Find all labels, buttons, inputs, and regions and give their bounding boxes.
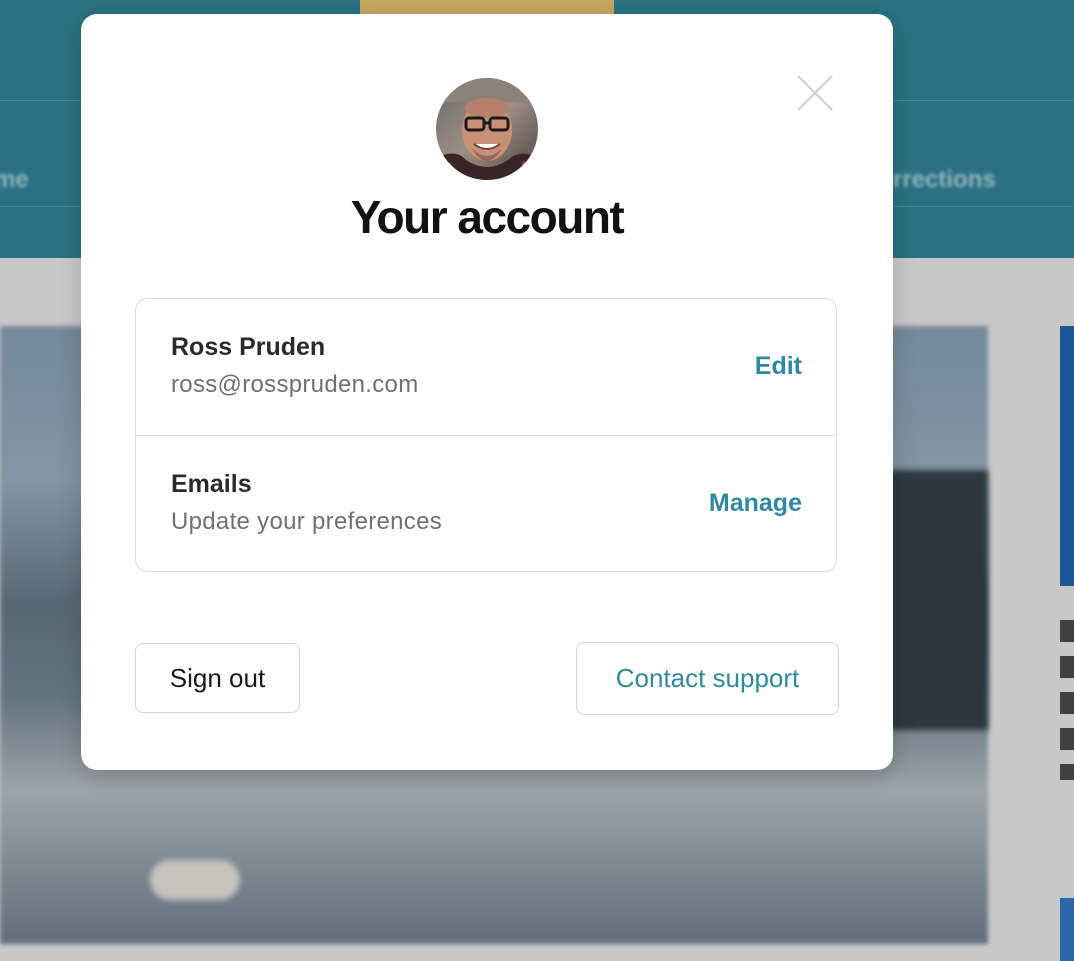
profile-email: ross@rosspruden.com [171, 371, 419, 398]
manage-emails-link[interactable]: Manage [709, 489, 802, 518]
profile-row: Ross Pruden ross@rosspruden.com Edit [136, 299, 836, 435]
contact-support-button[interactable]: Contact support [576, 642, 839, 715]
close-button[interactable] [796, 74, 834, 112]
close-icon [797, 75, 833, 111]
avatar [436, 78, 538, 180]
user-avatar-photo [436, 78, 538, 180]
edit-profile-link[interactable]: Edit [755, 352, 802, 381]
sign-out-button[interactable]: Sign out [135, 643, 300, 713]
modal-title: Your account [350, 191, 625, 243]
account-details-card: Ross Pruden ross@rosspruden.com Edit Ema… [135, 298, 837, 572]
profile-name: Ross Pruden [171, 333, 326, 361]
emails-title: Emails [171, 470, 252, 498]
emails-subtitle: Update your preferences [171, 508, 443, 535]
account-modal: Your account Ross Pruden ross@rosspruden… [81, 14, 893, 770]
emails-row: Emails Update your preferences Manage [136, 435, 836, 572]
